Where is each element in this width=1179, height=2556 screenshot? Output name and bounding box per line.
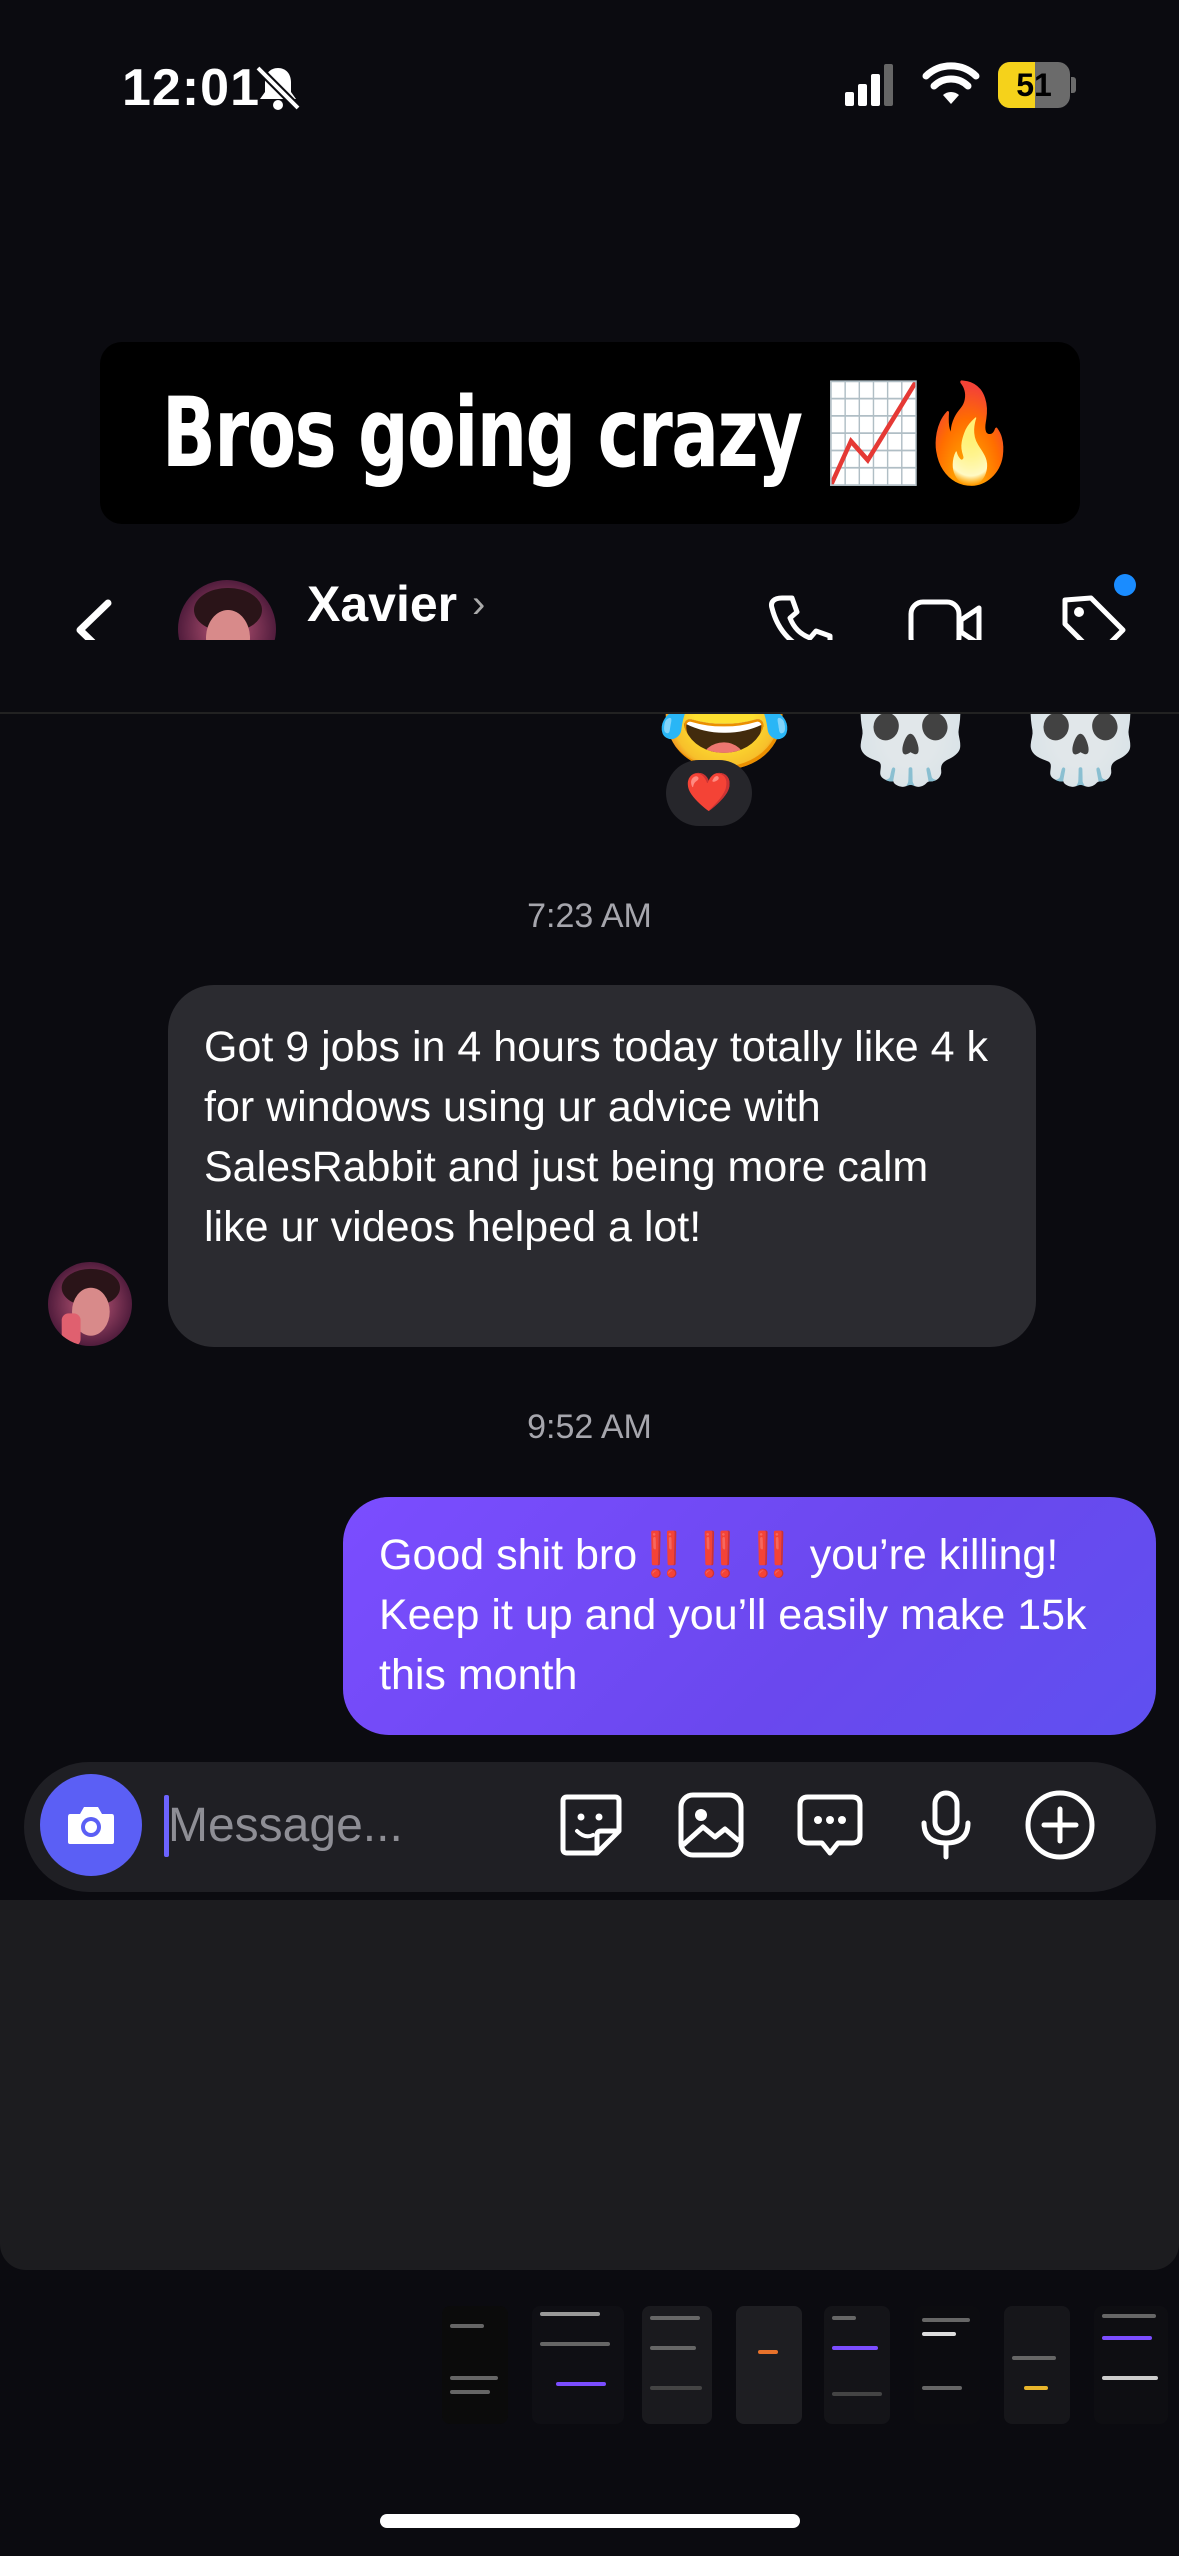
screenshot-thumbnail[interactable] bbox=[914, 2306, 980, 2424]
header-divider-top bbox=[0, 712, 1179, 714]
keyboard-area bbox=[0, 1900, 1179, 2270]
camera-icon bbox=[68, 1807, 114, 1844]
emoji-reaction-skull: 💀 bbox=[1012, 665, 1149, 788]
signal-icon bbox=[845, 64, 893, 106]
emoji-reaction-laugh: 😂 bbox=[656, 653, 793, 776]
screenshot-thumbnail[interactable] bbox=[1004, 2306, 1070, 2424]
caption-text: Bros going crazy 📈🔥 bbox=[162, 376, 1019, 489]
caption-overlay: Bros going crazy 📈🔥 bbox=[100, 342, 1080, 524]
screenshot-thumbnail[interactable] bbox=[736, 2306, 802, 2424]
message-timestamp: 9:52 AM bbox=[527, 1408, 652, 1446]
contact-name[interactable]: Xavier bbox=[307, 575, 457, 633]
screenshot-thumbnail[interactable] bbox=[642, 2306, 712, 2424]
redacted-username bbox=[300, 640, 566, 684]
tag-icon[interactable] bbox=[1055, 588, 1131, 664]
video-icon[interactable] bbox=[905, 590, 985, 662]
wifi-icon bbox=[922, 62, 980, 104]
phone-icon[interactable] bbox=[764, 590, 836, 662]
incoming-message-bubble[interactable]: Got 9 jobs in 4 hours today totally like… bbox=[168, 985, 1036, 1347]
sender-avatar[interactable] bbox=[48, 1262, 132, 1346]
avatar[interactable] bbox=[178, 580, 276, 678]
home-indicator bbox=[380, 2514, 800, 2528]
message-timestamp: 7:23 AM bbox=[527, 897, 652, 935]
plus-icon[interactable] bbox=[1022, 1787, 1098, 1863]
chat-bubble-icon[interactable] bbox=[792, 1787, 868, 1863]
heart-reaction-badge[interactable]: ❤️ bbox=[666, 760, 752, 826]
battery-icon: 51 bbox=[998, 62, 1076, 108]
emoji-reaction-skull: 💀 bbox=[842, 665, 979, 788]
outgoing-message-bubble[interactable]: Good shit bro‼️‼️‼️ you’re killing! Keep… bbox=[343, 1497, 1156, 1735]
header-backdrop bbox=[0, 640, 1179, 712]
back-icon[interactable] bbox=[70, 595, 120, 665]
screenshot-thumbnail[interactable] bbox=[1094, 2306, 1168, 2424]
battery-level: 51 bbox=[1016, 67, 1052, 103]
camera-button[interactable] bbox=[40, 1774, 142, 1876]
gallery-icon[interactable] bbox=[673, 1787, 749, 1863]
notification-dot bbox=[1114, 574, 1136, 596]
bell-slash-icon bbox=[255, 65, 301, 111]
message-input[interactable] bbox=[168, 1790, 518, 1860]
sticker-icon[interactable] bbox=[553, 1787, 629, 1863]
chevron-right-icon[interactable]: › bbox=[472, 582, 485, 627]
status-time: 12:01 bbox=[122, 59, 260, 117]
screenshot-thumbnail[interactable] bbox=[532, 2306, 624, 2424]
screenshot-thumbnail[interactable] bbox=[442, 2306, 508, 2424]
microphone-icon[interactable] bbox=[908, 1787, 984, 1863]
screenshot-thumbnail[interactable] bbox=[824, 2306, 890, 2424]
